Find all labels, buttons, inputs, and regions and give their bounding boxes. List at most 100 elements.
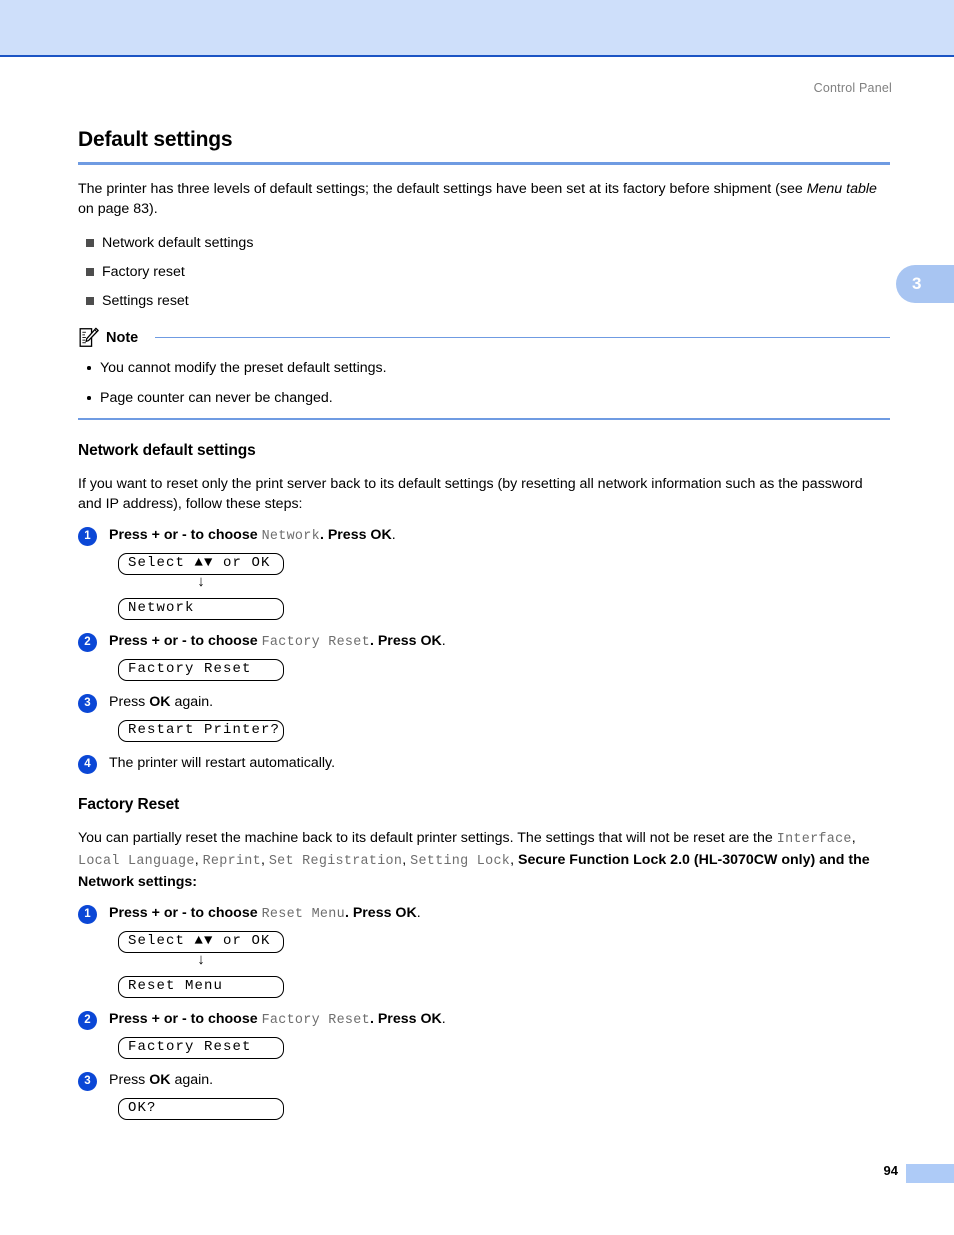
title-rule (78, 162, 890, 165)
intro-text-a: The printer has three levels of default … (78, 181, 807, 197)
comma-sep: , (260, 851, 269, 868)
step-mono-term: Reset Menu (261, 906, 345, 922)
step-row: 4 The printer will restart automatically… (78, 754, 890, 774)
list-item-label: Factory reset (102, 264, 185, 280)
factory-mono-term: Local Language (78, 853, 195, 869)
network-intro-paragraph: If you want to reset only the print serv… (78, 475, 863, 512)
step-text: Press + or - to choose Factory Reset. Pr… (109, 1010, 446, 1030)
factory-mono-term: Interface (776, 831, 852, 847)
step-text-a: Press + or - to choose (109, 1010, 262, 1027)
step-text-b: . Press (369, 632, 421, 649)
default-settings-list: Network default settings Factory reset S… (78, 233, 890, 311)
list-item: Factory reset (78, 262, 890, 282)
note-block: Note You cannot modify the preset defaul… (78, 327, 890, 420)
step-mono-term: Factory Reset (261, 1012, 370, 1028)
step-text-c: again. (170, 1071, 214, 1088)
step-text: Press OK again. (109, 1071, 213, 1090)
note-item: Page counter can never be changed. (78, 388, 890, 408)
step-bold-key: OK (149, 1071, 171, 1088)
step-bold-key: OK (420, 1010, 442, 1027)
step-text: Press + or - to choose Factory Reset. Pr… (109, 632, 446, 652)
section-heading-factory-reset: Factory Reset (78, 795, 180, 813)
step-text-c: . (391, 526, 396, 543)
note-label: Note (106, 329, 139, 346)
list-item-label: Network default settings (102, 235, 254, 251)
list-item: Settings reset (78, 291, 890, 311)
step-text: Press + or - to choose Reset Menu. Press… (109, 904, 421, 924)
down-arrow-icon: ↓ (197, 950, 205, 968)
lcd-display-factory-reset: Factory Reset (118, 658, 284, 681)
lcd-display-select: Select ▲▼ or OK (118, 552, 284, 575)
lcd-display-restart-printer: Restart Printer? (118, 719, 284, 742)
step-number-badge: 1 (78, 526, 97, 546)
chapter-tab: 3 (896, 265, 954, 303)
intro-italic-ref: Menu table (806, 181, 877, 197)
step-number-badge: 2 (78, 632, 97, 652)
comma-sep: , (851, 829, 856, 846)
note-header: Note (78, 327, 890, 348)
step-text-b: . Press (369, 1010, 421, 1027)
step-bold-key: OK (420, 632, 442, 649)
step-text: Press + or - to choose Network. Press OK… (109, 526, 396, 546)
comma-sep: , (402, 851, 411, 868)
step-text-c: . (416, 904, 421, 921)
step-row: 2 Press + or - to choose Factory Reset. … (78, 632, 890, 652)
factory-intro-a: You can partially reset the machine back… (78, 829, 777, 846)
page-top-band (0, 0, 954, 57)
comma-sep: , (194, 851, 203, 868)
factory-intro-paragraph: You can partially reset the machine back… (78, 828, 890, 892)
step-row: 3 Press OK again. (78, 693, 890, 713)
step-text-a: Press + or - to choose (109, 632, 262, 649)
step-text: Press OK again. (109, 693, 213, 712)
square-bullet-icon (86, 239, 94, 247)
step-text-a: Press + or - to choose (109, 526, 262, 543)
step-row: 2 Press + or - to choose Factory Reset. … (78, 1010, 890, 1030)
page-title: Default settings (78, 128, 233, 151)
step-number-badge: 3 (78, 693, 97, 713)
step-bold-key: OK (149, 693, 171, 710)
note-footer-rule (78, 418, 890, 420)
step-bold-key: OK (370, 526, 392, 543)
footer-accent-block (906, 1164, 954, 1183)
note-item: You cannot modify the preset default set… (78, 358, 890, 378)
dot-bullet-icon (87, 366, 91, 370)
footer-page-number: 94 (883, 1163, 898, 1178)
step-text-c: . (441, 632, 446, 649)
list-item-label: Settings reset (102, 293, 189, 309)
step-text-a: Press (109, 693, 150, 710)
step-number-badge: 3 (78, 1071, 97, 1091)
note-item-label: Page counter can never be changed. (100, 390, 333, 406)
dot-bullet-icon (87, 396, 91, 400)
step-text-c: . (441, 1010, 446, 1027)
factory-mono-term: Reprint (202, 853, 261, 869)
note-items-list: You cannot modify the preset default set… (78, 358, 890, 408)
step-bold-key: OK (395, 904, 417, 921)
down-arrow-icon: ↓ (197, 572, 205, 590)
step-mono-term: Network (261, 528, 320, 544)
note-pencil-icon (79, 327, 99, 347)
step-text-a: Press + or - to choose (109, 904, 262, 921)
section-heading-network: Network default settings (78, 441, 256, 459)
intro-text-b: on page 83). (78, 201, 158, 217)
factory-mono-term: Set Registration (268, 853, 403, 869)
square-bullet-icon (86, 297, 94, 305)
step-text-a: Press (109, 1071, 150, 1088)
step-number-badge: 2 (78, 1010, 97, 1030)
lcd-display-reset-menu: Reset Menu (118, 975, 284, 998)
step-text-b: . Press (319, 526, 371, 543)
note-item-label: You cannot modify the preset default set… (100, 360, 387, 376)
note-header-rule (155, 336, 890, 339)
step-text-c: again. (170, 693, 214, 710)
comma-sep: , (510, 851, 519, 868)
step-mono-term: Factory Reset (261, 634, 370, 650)
step-row: 1 Press + or - to choose Network. Press … (78, 526, 890, 546)
lcd-display-network: Network (118, 597, 284, 620)
factory-mono-term: Setting Lock (410, 853, 511, 869)
running-header: Control Panel (813, 81, 892, 95)
intro-paragraph: The printer has three levels of default … (78, 179, 890, 219)
step-text: The printer will restart automatically. (109, 754, 336, 771)
step-row: 1 Press + or - to choose Reset Menu. Pre… (78, 904, 890, 924)
step-text-b: . Press (344, 904, 396, 921)
lcd-display-factory-reset: Factory Reset (118, 1036, 284, 1059)
page-content: Default settings The printer has three l… (78, 128, 890, 1120)
